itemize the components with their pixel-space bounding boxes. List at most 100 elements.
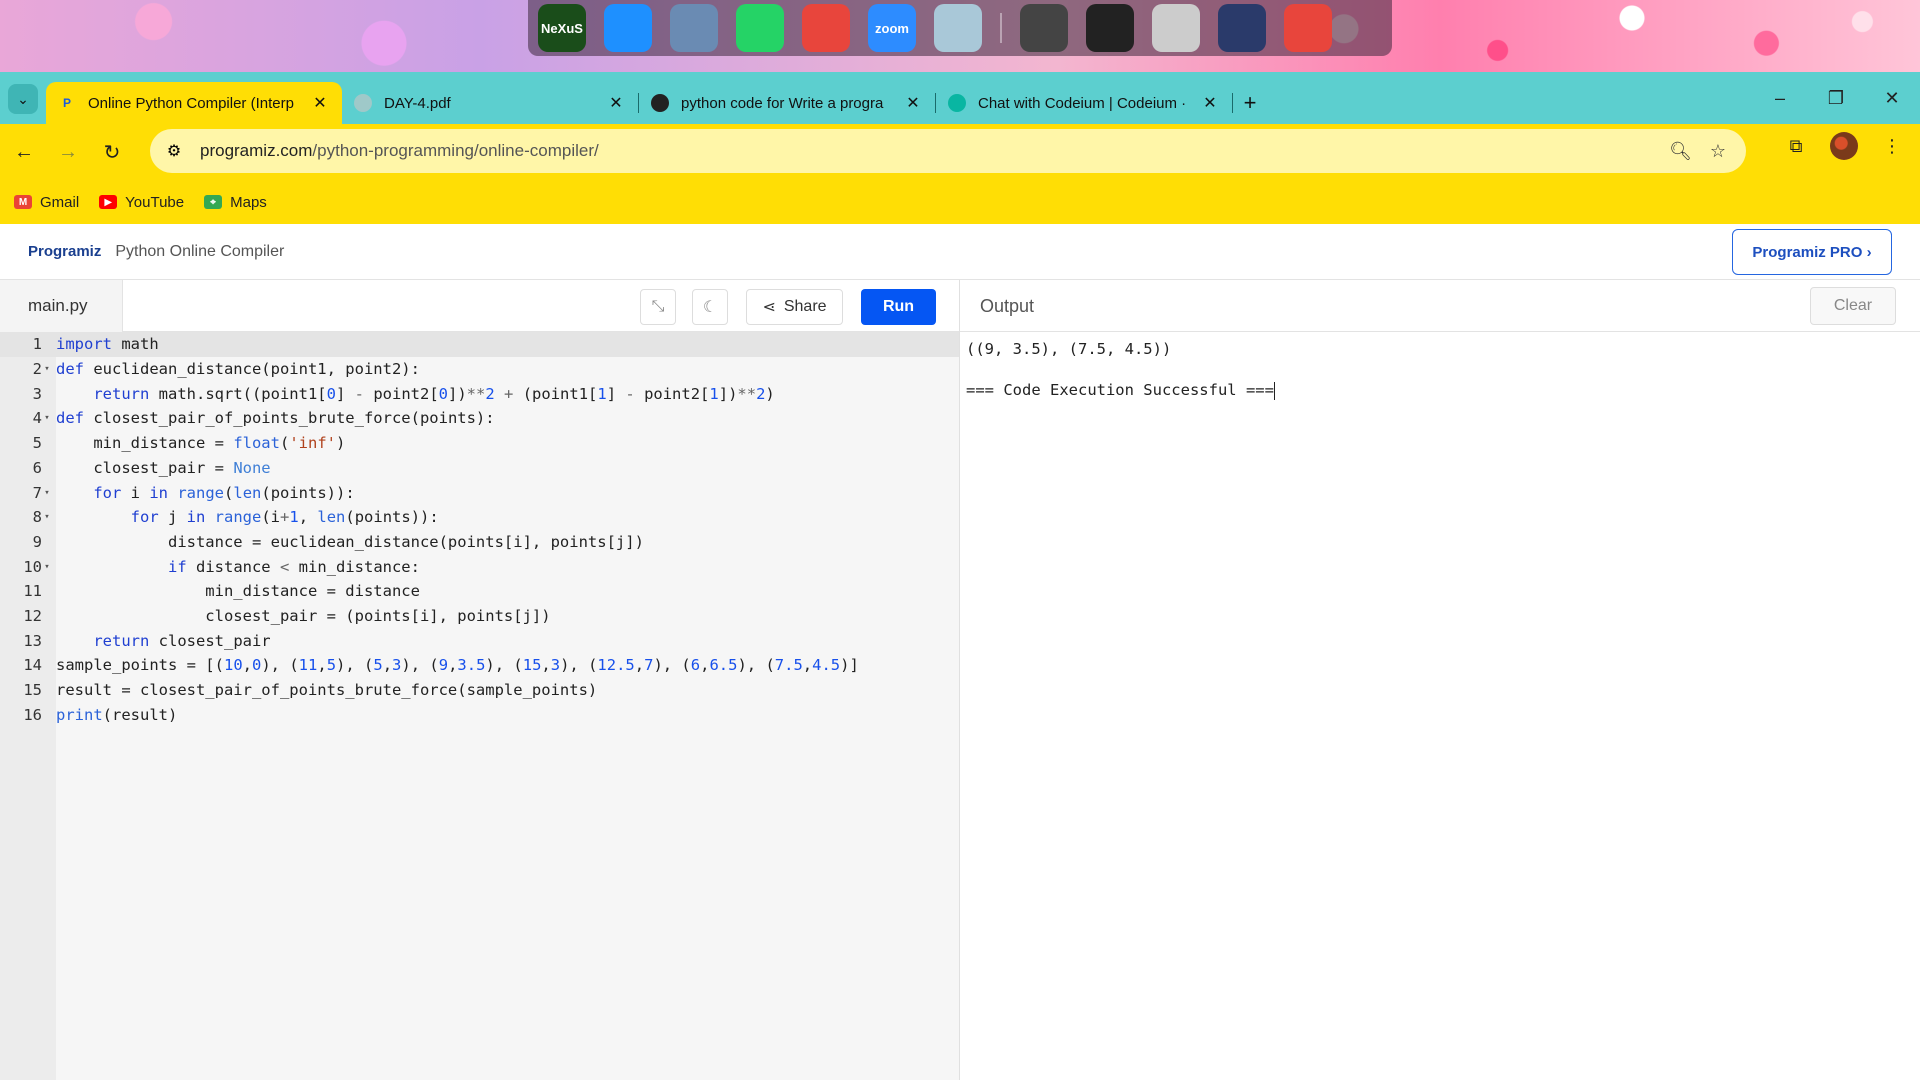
profile-avatar[interactable] <box>1830 132 1858 160</box>
back-button[interactable]: ← <box>4 132 44 172</box>
browser-tab[interactable]: python code for Write a progra ✕ <box>639 82 935 124</box>
code-line[interactable]: 13 return closest_pair <box>0 628 959 653</box>
programiz-logo[interactable]: Programiz <box>28 243 101 260</box>
url-text[interactable]: programiz.com/python-programming/online-… <box>200 141 1669 161</box>
bookmark-label: YouTube <box>125 193 185 211</box>
nexus-icon[interactable]: NeXuS <box>538 4 586 52</box>
line-number: 8 <box>32 508 42 527</box>
line-number: 13 <box>23 631 42 650</box>
code-text: import math <box>56 335 159 354</box>
code-text: return closest_pair <box>93 631 271 650</box>
file-tab-main[interactable]: main.py <box>0 280 123 332</box>
code-text: for j in range(i+1, len(points)): <box>130 508 439 527</box>
line-number: 10 <box>23 557 42 576</box>
share-button[interactable]: ⋖ Share <box>746 289 843 325</box>
restore-button[interactable]: ❐ <box>1808 72 1864 124</box>
code-line[interactable]: 8 ▾ for j in range(i+1, len(points)): <box>0 505 959 530</box>
fullscreen-button[interactable]: ⤡ <box>640 289 676 325</box>
bookmarks-bar: M Gmail ▶ YouTube ⌖ Maps <box>0 180 1920 224</box>
code-line[interactable]: 3 return math.sqrt((point1[0] - point2[0… <box>0 381 959 406</box>
code-line[interactable]: 6 closest_pair = None <box>0 456 959 481</box>
browser-tab[interactable]: DAY-4.pdf ✕ <box>342 82 638 124</box>
code-line[interactable]: 10 ▾ if distance < min_distance: <box>0 554 959 579</box>
close-tab-icon[interactable]: ✕ <box>1200 93 1220 113</box>
fold-toggle-icon[interactable]: ▾ <box>42 488 52 498</box>
line-number: 15 <box>23 681 42 700</box>
youtube-icon: ▶ <box>99 195 118 209</box>
fold-toggle-icon[interactable]: ▾ <box>42 413 52 423</box>
tab-title: python code for Write a progra <box>681 94 884 112</box>
taskbar-dock: NeXuS zoom <box>528 0 1392 56</box>
code-line[interactable]: 7 ▾ for i in range(len(points)): <box>0 480 959 505</box>
chrome-icon[interactable] <box>802 4 850 52</box>
code-text: def closest_pair_of_points_brute_force(p… <box>56 409 495 428</box>
browser-tab[interactable]: P Online Python Compiler (Interp ✕ <box>46 82 342 124</box>
night-mode-icon[interactable] <box>1218 4 1266 52</box>
windows-icon[interactable] <box>604 4 652 52</box>
code-line[interactable]: 1 import math <box>0 332 959 357</box>
close-tab-icon[interactable]: ✕ <box>903 93 923 113</box>
code-line[interactable]: 5 min_distance = float('inf') <box>0 431 959 456</box>
arrow-left-icon: ← <box>14 140 34 163</box>
line-number: 14 <box>23 656 42 675</box>
star-bookmark-icon[interactable]: ☆ <box>1710 141 1726 162</box>
extensions-icon[interactable]: ⧉ <box>1782 132 1810 160</box>
forward-button[interactable]: → <box>48 132 88 172</box>
code-text: for i in range(len(points)): <box>93 483 355 502</box>
code-line[interactable]: 16 print(result) <box>0 703 959 728</box>
browser-tab[interactable]: Chat with Codeium | Codeium · ✕ <box>936 82 1232 124</box>
bookmark-youtube[interactable]: ▶ YouTube <box>99 194 184 211</box>
programiz-pro-button[interactable]: Programiz PRO › <box>1732 229 1892 275</box>
output-line: ((9, 3.5), (7.5, 4.5)) <box>966 340 1171 358</box>
zoom-icon[interactable]: 🔍︎ <box>1669 141 1692 162</box>
reload-button[interactable]: ↻ <box>92 132 132 172</box>
line-number: 7 <box>32 483 42 502</box>
code-line[interactable]: 14 sample_points = [(10,0), (11,5), (5,3)… <box>0 653 959 678</box>
collapse-icon: ⤡ <box>651 298 665 315</box>
run-button[interactable]: Run <box>861 289 936 325</box>
bookmark-label: Gmail <box>40 193 80 211</box>
speaker-icon[interactable] <box>1020 4 1068 52</box>
close-window-button[interactable]: ✕ <box>1864 72 1920 124</box>
site-info-icon[interactable]: ⚙ <box>158 135 190 167</box>
output-console[interactable]: ((9, 3.5), (7.5, 4.5)) === Code Execution… <box>960 332 1920 1080</box>
whatsapp-icon[interactable] <box>736 4 784 52</box>
close-tab-icon[interactable]: ✕ <box>606 93 626 113</box>
code-line[interactable]: 11 min_distance = distance <box>0 579 959 604</box>
code-line[interactable]: 4 ▾ def closest_pair_of_points_brute_force… <box>0 406 959 431</box>
output-text: ((9, 3.5), (7.5, 4.5)) <box>966 340 1172 358</box>
minimize-button[interactable]: – <box>1752 72 1808 124</box>
zoom-icon[interactable]: zoom <box>868 4 916 52</box>
line-number: 11 <box>23 582 42 601</box>
code-line[interactable]: 15 result = closest_pair_of_points_brute_… <box>0 678 959 703</box>
code-line[interactable]: 12 closest_pair = (points[i], points[j]) <box>0 604 959 629</box>
clock-icon[interactable] <box>1152 4 1200 52</box>
fold-toggle-icon[interactable]: ▾ <box>42 512 52 522</box>
tab-search-button[interactable]: ⌄ <box>8 84 38 114</box>
code-text: min_distance = distance <box>56 582 420 601</box>
browser-tab-bar: ⌄ P Online Python Compiler (Interp ✕ DAY-4.… <box>0 72 1920 124</box>
camera-icon[interactable] <box>1086 4 1134 52</box>
fold-toggle-icon[interactable]: ▾ <box>42 364 52 374</box>
menu-kebab-icon[interactable]: ⋮ <box>1878 132 1906 160</box>
bookmark-maps[interactable]: ⌖ Maps <box>204 194 267 211</box>
close-tab-icon[interactable]: ✕ <box>310 93 330 113</box>
bookmark-gmail[interactable]: M Gmail <box>14 194 79 211</box>
tab-strip: P Online Python Compiler (Interp ✕ DAY-4.pd… <box>46 82 1233 124</box>
recycle-bin-icon[interactable] <box>934 4 982 52</box>
code-editor[interactable]: 1 import math 2 ▾ def euclidean_distance(poi… <box>0 332 959 1080</box>
favicon-icon <box>354 94 372 112</box>
desktop-background: NeXuS zoom <box>0 0 1920 72</box>
dark-mode-button[interactable]: ☾ <box>692 289 728 325</box>
line-number: 5 <box>32 434 42 453</box>
logo-text: Programiz <box>28 243 102 260</box>
fold-toggle-icon[interactable]: ▾ <box>42 562 52 572</box>
clear-button[interactable]: Clear <box>1810 287 1896 325</box>
code-line[interactable]: 2 ▾ def euclidean_distance(point1, point2)… <box>0 357 959 382</box>
code-line[interactable]: 9 distance = euclidean_distance(points[i… <box>0 530 959 555</box>
new-tab-button[interactable]: + <box>1233 82 1267 124</box>
power-icon[interactable] <box>1284 4 1332 52</box>
address-bar[interactable]: ⚙ programiz.com/python-programming/onlin… <box>150 129 1746 173</box>
computer-icon[interactable] <box>670 4 718 52</box>
line-number: 6 <box>32 458 42 477</box>
